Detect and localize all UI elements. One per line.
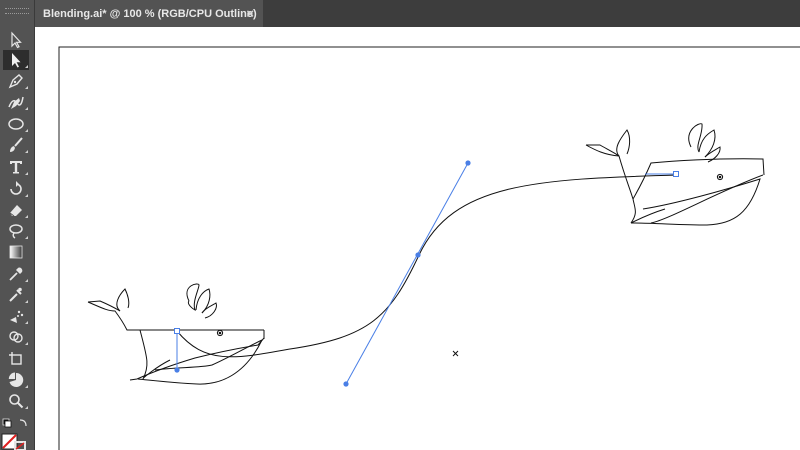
artboard-border bbox=[58, 46, 800, 450]
document-tab[interactable]: Blending.ai* @ 100 % (RGB/CPU Outline) × bbox=[35, 0, 263, 27]
direct-selection-tool[interactable] bbox=[3, 30, 29, 50]
handle-point-lower[interactable] bbox=[343, 381, 349, 387]
selection-handles[interactable] bbox=[174, 160, 679, 387]
curvature-tool[interactable] bbox=[3, 92, 29, 112]
eyedropper-tool[interactable] bbox=[3, 264, 29, 284]
fill-stroke-swatches[interactable] bbox=[0, 414, 34, 450]
eyedropper-icon bbox=[9, 267, 23, 281]
artboard-tool[interactable] bbox=[3, 349, 29, 369]
eraser-icon bbox=[9, 205, 22, 217]
anchor-point-end[interactable] bbox=[673, 171, 679, 177]
selection-tool[interactable] bbox=[3, 50, 29, 70]
panel-grip[interactable] bbox=[5, 8, 29, 14]
handle-point-upper[interactable] bbox=[465, 160, 471, 166]
ellipse-tool[interactable] bbox=[3, 114, 29, 134]
paintbrush-tool[interactable] bbox=[3, 135, 29, 155]
lasso-icon bbox=[9, 224, 23, 239]
anchor-point-start[interactable] bbox=[174, 328, 180, 334]
gradient-tool[interactable] bbox=[3, 242, 29, 262]
shape-builder-tool[interactable] bbox=[3, 327, 29, 347]
hollow-arrow-icon bbox=[11, 31, 22, 49]
curvature-pen-icon bbox=[8, 96, 24, 109]
blend-tool[interactable] bbox=[3, 285, 29, 305]
pen-tool[interactable] bbox=[3, 71, 29, 91]
sprayer-icon bbox=[10, 310, 24, 323]
zoom-tool[interactable] bbox=[3, 391, 29, 411]
anchor-point-middle[interactable] bbox=[415, 252, 421, 258]
ellipse-icon bbox=[8, 118, 24, 130]
cursor-crosshair-icon bbox=[452, 350, 459, 357]
symbol-sprayer-tool[interactable] bbox=[3, 306, 29, 326]
rotate-icon bbox=[10, 181, 22, 195]
arrow-icon bbox=[12, 53, 21, 68]
artboard-view[interactable] bbox=[35, 27, 800, 450]
magnifier-icon bbox=[9, 394, 24, 409]
swap-colors-icon[interactable] bbox=[19, 419, 27, 427]
handle-point-start[interactable] bbox=[174, 367, 180, 373]
eraser-tool[interactable] bbox=[3, 200, 29, 220]
document-tab-bar: Blending.ai* @ 100 % (RGB/CPU Outline) × bbox=[35, 0, 800, 27]
tools-panel bbox=[0, 0, 35, 450]
default-colors-icon[interactable] bbox=[2, 418, 12, 428]
gradient-icon bbox=[9, 245, 23, 259]
pie-chart-icon bbox=[8, 372, 24, 387]
blend-icon bbox=[9, 287, 22, 302]
brush-icon bbox=[10, 137, 23, 152]
type-tool[interactable] bbox=[3, 157, 29, 177]
type-icon bbox=[10, 161, 22, 174]
close-icon[interactable]: × bbox=[246, 6, 254, 21]
pie-graph-tool[interactable] bbox=[3, 370, 29, 390]
pen-icon bbox=[8, 74, 23, 89]
artboard-icon bbox=[9, 352, 22, 365]
lasso-tool[interactable] bbox=[3, 221, 29, 241]
shape-builder-icon bbox=[9, 331, 23, 343]
document-tab-title: Blending.ai* @ 100 % (RGB/CPU Outline) bbox=[43, 7, 257, 20]
rotate-tool[interactable] bbox=[3, 179, 29, 199]
document-canvas[interactable] bbox=[35, 27, 800, 450]
